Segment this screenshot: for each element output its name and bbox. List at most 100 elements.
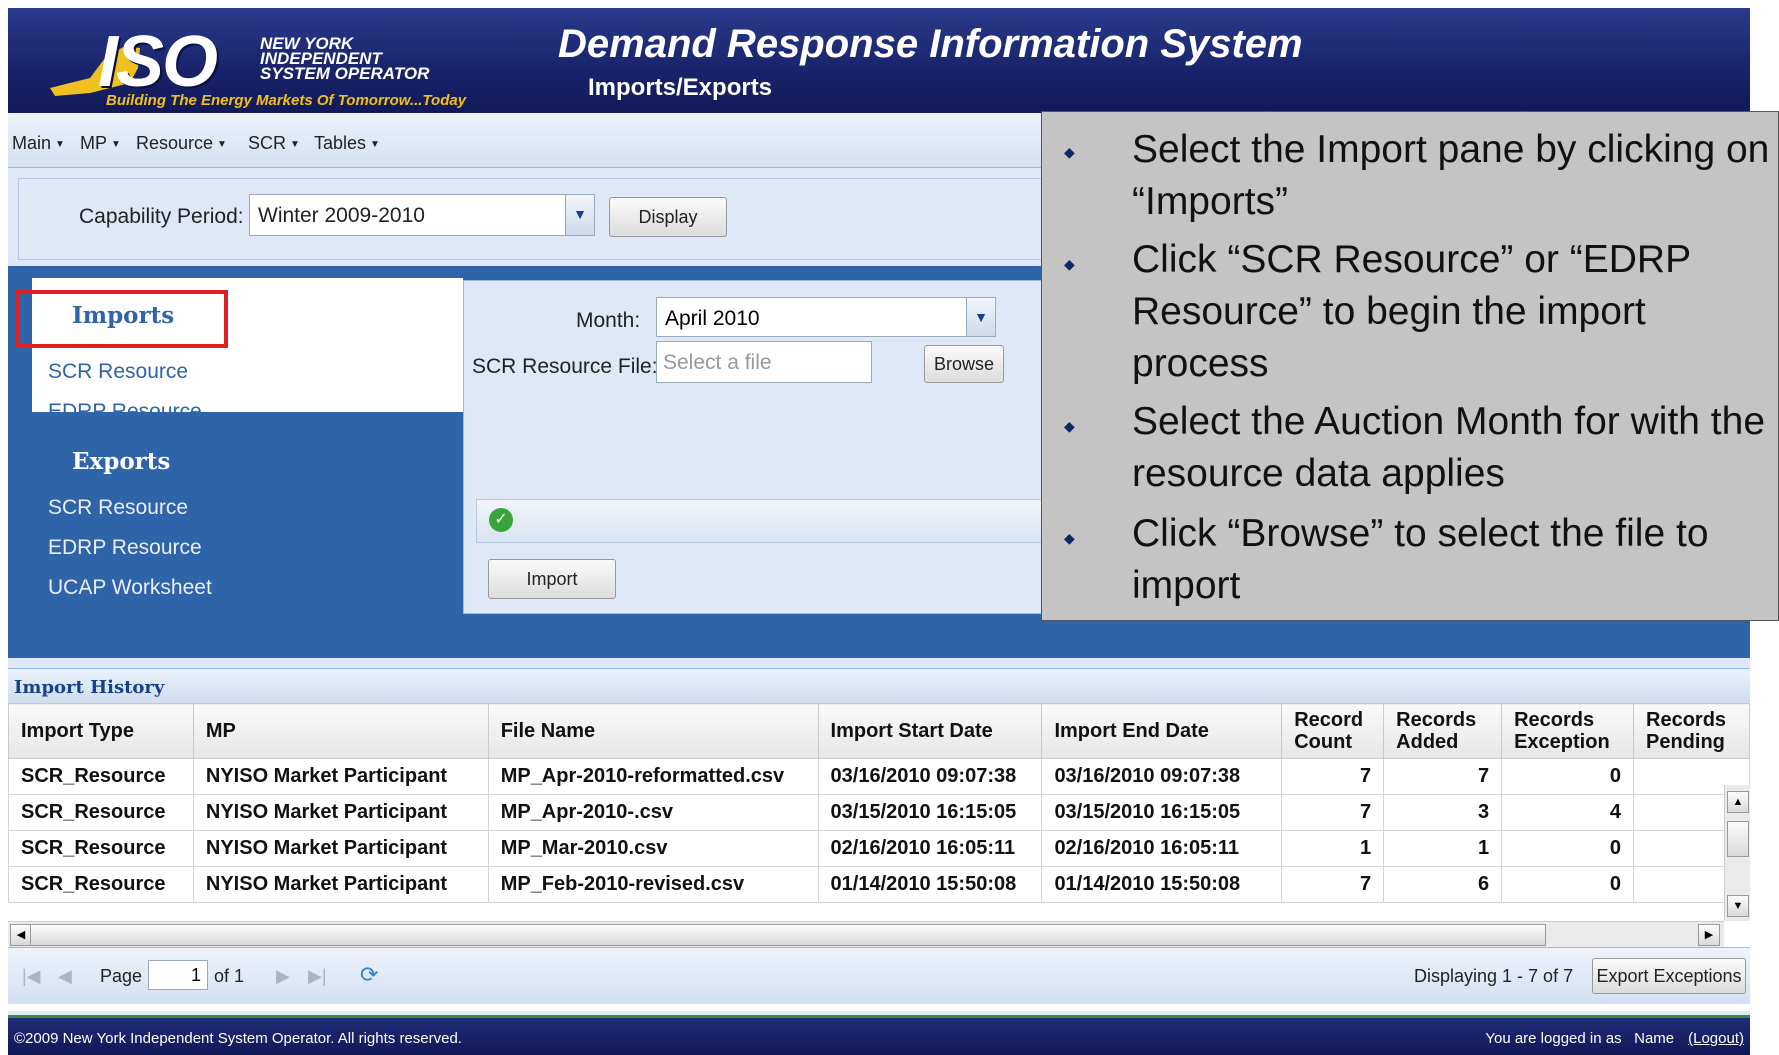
scroll-right-icon[interactable]: ▶ <box>1698 924 1720 946</box>
menu-main[interactable]: Main ▼ <box>12 133 65 154</box>
horizontal-scrollbar[interactable]: ◀ ▶ <box>8 921 1724 948</box>
table-header-row: Import Type MP File Name Import Start Da… <box>8 703 1750 759</box>
scroll-left-icon[interactable]: ◀ <box>10 924 32 946</box>
nav-import-scr-resource[interactable]: SCR Resource <box>48 360 188 384</box>
logo-tagline: Building The Energy Markets Of Tomorrow.… <box>106 92 467 109</box>
col-import-type[interactable]: Import Type <box>8 703 194 759</box>
cell-file-name: MP_Apr-2010-reformatted.csv <box>487 758 819 795</box>
scroll-down-icon[interactable]: ▼ <box>1727 895 1749 917</box>
copyright-text: ©2009 New York Independent System Operat… <box>14 1030 462 1047</box>
cell-file-name: MP_Apr-2010-.csv <box>487 794 819 831</box>
logo-line-3: SYSTEM OPERATOR <box>260 64 430 83</box>
logged-in-label: You are logged in as <box>1485 1030 1622 1047</box>
nav-export-edrp-resource[interactable]: EDRP Resource <box>48 536 202 560</box>
cell-record-count: 1 <box>1281 830 1385 867</box>
menu-tables[interactable]: Tables ▼ <box>314 133 380 154</box>
import-history-grid: Import History Import Type MP File Name … <box>8 668 1750 1011</box>
cell-records-exception: 4 <box>1501 794 1634 831</box>
cell-import-type: SCR_Resource <box>8 758 194 795</box>
export-exceptions-button[interactable]: Export Exceptions <box>1592 958 1746 994</box>
bullet-icon: ◆ <box>1064 418 1075 434</box>
menu-resource[interactable]: Resource ▼ <box>136 133 227 154</box>
file-input[interactable]: Select a file <box>656 341 872 383</box>
menu-scr[interactable]: SCR ▼ <box>248 133 300 154</box>
import-history-table: Import Type MP File Name Import Start Da… <box>8 703 1750 903</box>
cell-end-date: 02/16/2010 16:05:11 <box>1041 830 1283 867</box>
bullet-icon: ◆ <box>1064 530 1075 546</box>
table-row[interactable]: SCR_Resource NYISO Market Participant MP… <box>8 830 1750 867</box>
col-records-added[interactable]: Records Added <box>1383 703 1503 759</box>
page-number-input[interactable]: 1 <box>148 960 208 990</box>
chevron-down-icon[interactable]: ▼ <box>565 195 594 235</box>
chevron-down-icon: ▼ <box>55 139 65 150</box>
table-row[interactable]: SCR_Resource NYISO Market Participant MP… <box>8 758 1750 795</box>
logo-org-name: NEW YORK INDEPENDENT SYSTEM OPERATOR <box>260 35 430 83</box>
col-records-pending[interactable]: Records Pending <box>1633 703 1750 759</box>
nav-export-scr-resource[interactable]: SCR Resource <box>48 496 188 520</box>
col-import-end-date[interactable]: Import End Date <box>1041 703 1283 759</box>
table-row[interactable]: SCR_Resource NYISO Market Participant MP… <box>8 794 1750 831</box>
scroll-up-icon[interactable]: ▲ <box>1727 791 1749 813</box>
col-file-name[interactable]: File Name <box>487 703 819 759</box>
import-history-title: Import History <box>8 669 1750 703</box>
cell-start-date: 01/14/2010 15:50:08 <box>817 866 1043 903</box>
exports-header[interactable]: Exports <box>72 448 170 475</box>
footer: ©2009 New York Independent System Operat… <box>8 1015 1750 1055</box>
cell-record-count: 7 <box>1281 866 1385 903</box>
chevron-down-icon[interactable]: ▼ <box>966 298 995 336</box>
file-label: SCR Resource File: <box>472 355 658 378</box>
cell-mp: NYISO Market Participant <box>192 794 489 831</box>
cell-records-added: 3 <box>1383 794 1503 831</box>
display-button[interactable]: Display <box>609 197 727 237</box>
capability-label: Capability Period: <box>79 205 244 228</box>
import-export-nav: Imports SCR Resource EDRP Resource Expor… <box>8 266 463 658</box>
chevron-down-icon: ▼ <box>370 139 380 150</box>
col-records-exception[interactable]: Records Exception <box>1501 703 1634 759</box>
col-mp[interactable]: MP <box>192 703 489 759</box>
instruction-1: Select the Import pane by clicking on “I… <box>1132 128 1770 223</box>
paging-toolbar: |◀ ◀ Page 1 of 1 ▶ ▶| ⟳ Displaying 1 - 7… <box>8 947 1750 1004</box>
month-select[interactable]: April 2010 ▼ <box>656 297 996 337</box>
col-import-start-date[interactable]: Import Start Date <box>817 703 1043 759</box>
cell-import-type: SCR_Resource <box>8 866 194 903</box>
capability-period-select[interactable]: Winter 2009-2010 ▼ <box>249 194 595 236</box>
cell-record-count: 7 <box>1281 758 1385 795</box>
cell-start-date: 03/16/2010 09:07:38 <box>817 758 1043 795</box>
cell-import-type: SCR_Resource <box>8 830 194 867</box>
page-count: of 1 <box>214 966 245 986</box>
cell-records-exception: 0 <box>1501 830 1634 867</box>
nav-export-ucap-worksheet[interactable]: UCAP Worksheet <box>48 576 212 600</box>
chevron-down-icon: ▼ <box>290 139 300 150</box>
table-row[interactable]: SCR_Resource NYISO Market Participant MP… <box>8 866 1750 903</box>
cell-mp: NYISO Market Participant <box>192 866 489 903</box>
last-page-icon[interactable]: ▶| <box>308 966 327 987</box>
import-button[interactable]: Import <box>488 559 616 599</box>
logo-iso-text: ISO <box>98 22 218 102</box>
instruction-3: Select the Auction Month for with the re… <box>1132 400 1766 495</box>
instruction-2: Click “SCR Resource” or “EDRP Resource” … <box>1132 238 1691 385</box>
scroll-thumb-horizontal[interactable] <box>30 924 1546 946</box>
login-status: You are logged in as Name (Logout) <box>1485 1030 1744 1047</box>
cell-records-added: 6 <box>1383 866 1503 903</box>
menu-mp[interactable]: MP ▼ <box>80 133 121 154</box>
cell-records-exception: 0 <box>1501 758 1634 795</box>
chevron-down-icon: ▼ <box>217 139 227 150</box>
scroll-thumb[interactable] <box>1727 821 1749 857</box>
next-page-icon[interactable]: ▶ <box>276 966 290 987</box>
refresh-icon[interactable]: ⟳ <box>360 962 378 988</box>
nav-import-edrp-resource[interactable]: EDRP Resource <box>48 400 202 424</box>
logout-link[interactable]: (Logout) <box>1688 1030 1744 1047</box>
cell-mp: NYISO Market Participant <box>192 830 489 867</box>
check-circle-icon: ✓ <box>489 508 513 532</box>
chevron-down-icon: ▼ <box>111 139 121 150</box>
bullet-icon: ◆ <box>1064 144 1075 160</box>
vertical-scrollbar[interactable]: ▲ ▼ <box>1724 785 1750 921</box>
cell-start-date: 02/16/2010 16:05:11 <box>817 830 1043 867</box>
instruction-callout: ◆ Select the Import pane by clicking on … <box>1041 111 1779 621</box>
first-page-icon[interactable]: |◀ <box>22 966 41 987</box>
cell-records-added: 1 <box>1383 830 1503 867</box>
col-record-count[interactable]: Record Count <box>1281 703 1385 759</box>
prev-page-icon[interactable]: ◀ <box>58 966 72 987</box>
browse-button[interactable]: Browse <box>924 345 1004 383</box>
cell-mp: NYISO Market Participant <box>192 758 489 795</box>
